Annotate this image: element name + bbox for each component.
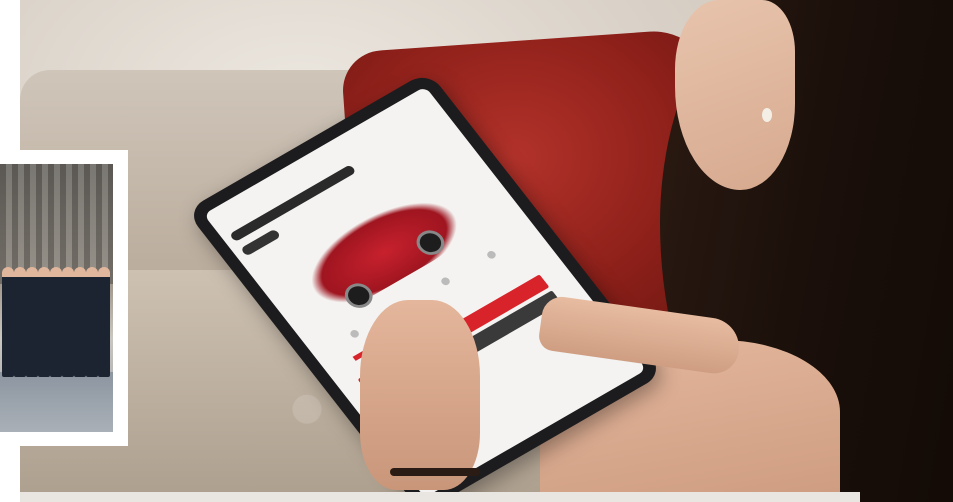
feature-icon <box>439 275 452 287</box>
earring <box>762 108 772 122</box>
person <box>2 267 14 377</box>
left-hand <box>360 300 480 490</box>
person <box>86 267 98 377</box>
main-photo <box>20 0 953 502</box>
group-photo <box>0 164 113 432</box>
bracelet <box>390 468 480 476</box>
person <box>38 267 50 377</box>
feature-icon <box>348 328 361 339</box>
pavement <box>0 372 113 432</box>
red-car-image <box>290 181 474 318</box>
person <box>98 267 110 377</box>
person <box>14 267 26 377</box>
person <box>50 267 62 377</box>
person <box>62 267 74 377</box>
feature-icon <box>485 249 498 261</box>
building-facade <box>0 164 113 284</box>
person <box>74 267 86 377</box>
person <box>26 267 38 377</box>
inset-photo-frame <box>0 150 128 446</box>
bottom-strip <box>20 492 860 502</box>
